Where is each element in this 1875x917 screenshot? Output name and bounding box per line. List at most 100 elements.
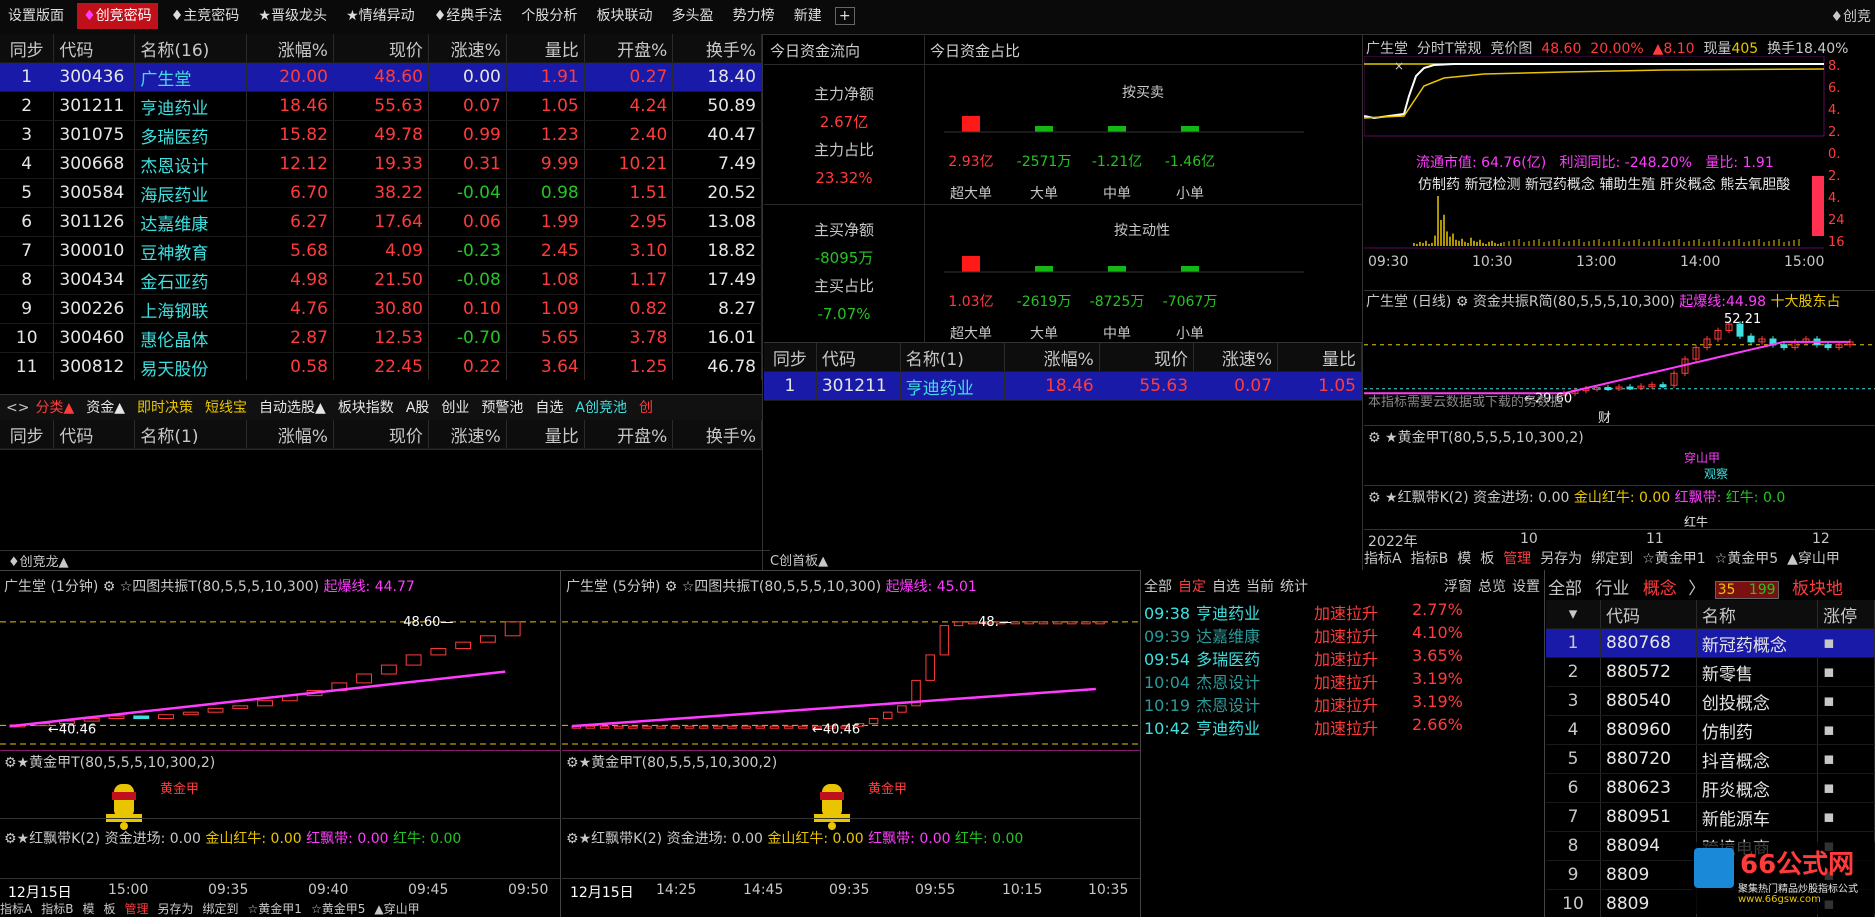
col-limitup[interactable]: 涨停 xyxy=(1817,600,1875,629)
list-tab[interactable]: 自动选股▲ xyxy=(259,400,326,416)
toolbar-item[interactable]: ☆黄金甲5 xyxy=(1715,551,1778,567)
settings-icon[interactable]: ⚙ xyxy=(1368,490,1381,506)
col-header[interactable]: 同步 xyxy=(0,420,55,449)
toolbar-item[interactable]: ▲穿山甲 xyxy=(374,902,419,916)
col-header[interactable]: 同步 xyxy=(0,34,55,63)
list-tab[interactable]: 创业 xyxy=(441,400,469,416)
chart-mode[interactable]: 分时T常规 xyxy=(1417,41,1482,57)
toolbar-item[interactable]: ☆黄金甲5 xyxy=(311,902,365,916)
col-header[interactable]: 名称(1) xyxy=(900,343,1006,372)
col-name[interactable]: 名称 xyxy=(1696,600,1819,629)
mid-bottom-tab[interactable]: C创首板▲ xyxy=(770,550,828,569)
tab-zhujing-code[interactable]: ♦主竞密码 xyxy=(165,3,246,29)
sector-row[interactable]: 3 880540 创投概念 ▪ xyxy=(1546,686,1875,716)
col-header[interactable]: 涨速% xyxy=(428,34,507,63)
col-header[interactable]: 开盘% xyxy=(584,420,674,449)
col-header[interactable]: 量比 xyxy=(1277,343,1362,372)
toolbar-item[interactable]: 板 xyxy=(1480,551,1494,567)
settings-icon[interactable]: ⚙ xyxy=(566,831,579,847)
alert-row[interactable]: 09:39 达嘉维康 加速拉升 4.10% xyxy=(1144,623,1542,646)
settings-icon[interactable]: ⚙ xyxy=(566,755,579,771)
table-row[interactable]: 5 300584 海辰药业 6.70 38.22 -0.04 0.98 1.51 20.52 xyxy=(0,178,762,208)
toolbar-item[interactable]: 模 xyxy=(1457,551,1471,567)
nav-arrows-icon[interactable]: <> xyxy=(6,400,29,416)
alert-tab[interactable]: 自选 xyxy=(1212,579,1240,595)
list-tab[interactable]: 创 xyxy=(639,400,653,416)
sector-row[interactable]: 1 880768 新冠药概念 ▪ xyxy=(1546,628,1875,658)
auction-chart-tab[interactable]: 竞价图 xyxy=(1490,41,1532,57)
tab-chuangjing-code[interactable]: ♦创竞密码 xyxy=(77,3,158,29)
col-header[interactable]: 同步 xyxy=(764,343,817,372)
tab-stock-analysis[interactable]: 个股分析 xyxy=(515,3,583,29)
alert-row[interactable]: 10:42 亨迪药业 加速拉升 2.66% xyxy=(1144,715,1542,738)
alert-tab[interactable]: 自定 xyxy=(1178,579,1206,595)
sector-row[interactable]: 2 880572 新零售 ▪ xyxy=(1546,657,1875,687)
list-tab[interactable]: 自选 xyxy=(535,400,563,416)
close-icon[interactable]: × xyxy=(1394,59,1404,73)
tab-all[interactable]: 全部 xyxy=(1548,579,1582,599)
col-header[interactable]: 换手% xyxy=(672,34,762,63)
m5-indicator[interactable]: ☆四图共振T(80,5,5,5,10,300) xyxy=(682,579,881,595)
table-row[interactable]: 7 300010 豆神教育 5.68 4.09 -0.23 2.45 3.10 18.82 xyxy=(0,236,762,266)
toolbar-item[interactable]: 指标A xyxy=(1364,551,1402,567)
toolbar-item[interactable]: 指标A xyxy=(0,902,32,916)
toolbar-item[interactable]: 绑定到 xyxy=(203,902,239,916)
list-tab[interactable]: A股 xyxy=(406,400,430,416)
alert-option[interactable]: 设置 xyxy=(1512,579,1540,595)
list-tab[interactable]: A创竞池 xyxy=(575,400,627,416)
toolbar-item[interactable]: 管理 xyxy=(124,902,148,916)
col-code[interactable]: 代码 xyxy=(1600,600,1697,629)
table-row[interactable]: 1300436广生堂20.0048.600.001.910.2718.40 xyxy=(0,62,762,92)
chevron-right-icon[interactable]: 〉 xyxy=(1688,579,1705,599)
toolbar-item[interactable]: 另存为 xyxy=(158,902,194,916)
list-tab[interactable]: 即时决策 xyxy=(137,400,193,416)
col-header[interactable]: 涨幅% xyxy=(1004,343,1100,372)
settings-icon[interactable]: ⚙ xyxy=(1456,294,1469,310)
intraday-chart[interactable]: 09:30 10:30 13:00 14:00 15:00 8. 6. 4. 2. 0. 2. 4. 2… xyxy=(1364,56,1875,290)
toolbar-item[interactable]: 另存为 xyxy=(1540,551,1582,567)
list-tab[interactable]: 短线宝 xyxy=(205,400,247,416)
sort-icon[interactable]: ▾ xyxy=(1546,600,1601,629)
table-row[interactable]: 10 300460 惠伦晶体 2.87 12.53 -0.70 5.65 3.78 16.01 xyxy=(0,323,762,353)
table-row[interactable]: 11 300812 易天股份 0.58 22.45 0.22 3.64 1.25 46.78 xyxy=(0,352,762,380)
col-header[interactable]: 现价 xyxy=(333,34,429,63)
sector-row[interactable]: 4 880960 仿制药 ▪ xyxy=(1546,715,1875,745)
alert-row[interactable]: 10:04 杰恩设计 加速拉升 3.19% xyxy=(1144,669,1542,692)
tab-new[interactable]: 新建 xyxy=(788,3,828,29)
sector-row[interactable]: 6 880623 肝炎概念 ▪ xyxy=(1546,773,1875,803)
tab-classic-method[interactable]: ♦经典手法 xyxy=(428,3,509,29)
tab-concept[interactable]: 概念 xyxy=(1643,579,1677,599)
col-header[interactable]: 换手% xyxy=(672,420,762,449)
col-header[interactable]: 涨幅% xyxy=(246,420,334,449)
tab-industry[interactable]: 行业 xyxy=(1595,579,1629,599)
col-header[interactable]: 名称(16) xyxy=(134,34,248,63)
settings-icon[interactable]: ⚙ xyxy=(665,579,678,595)
col-header[interactable]: 代码 xyxy=(53,420,136,449)
settings-icon[interactable]: ⚙ xyxy=(4,755,17,771)
col-header[interactable]: 开盘% xyxy=(584,34,674,63)
tab-sector-linkage[interactable]: 板块联动 xyxy=(590,3,658,29)
tab-layout-settings[interactable]: 设置版面 xyxy=(2,3,70,29)
sector-row[interactable]: 5 880720 抖音概念 ▪ xyxy=(1546,744,1875,774)
toolbar-item[interactable]: 指标B xyxy=(1411,551,1449,567)
sector-row[interactable]: 7 880951 新能源车 ▪ xyxy=(1546,802,1875,832)
toolbar-item[interactable]: ▲穿山甲 xyxy=(1787,551,1840,567)
table-row[interactable]: 8 300434 金石亚药 4.98 21.50 -0.08 1.08 1.17 17.49 xyxy=(0,265,762,295)
m5-kline-chart[interactable]: 48.— ←40.46 xyxy=(562,594,1140,754)
alert-row[interactable]: 09:54 多瑞医药 加速拉升 3.65% xyxy=(1144,646,1542,669)
list-tab[interactable]: 板块指数 xyxy=(338,400,394,416)
list-tab[interactable]: 资金▲ xyxy=(86,400,125,416)
tab-sentiment[interactable]: ★情绪异动 xyxy=(340,3,421,29)
list-tab[interactable]: 预警池 xyxy=(481,400,523,416)
tab-bull-head[interactable]: 多头盈 xyxy=(666,3,720,29)
settings-icon[interactable]: ⚙ xyxy=(4,831,17,847)
table-row[interactable]: 9 300226 上海钢联 4.76 30.80 0.10 1.09 0.82 8.27 xyxy=(0,294,762,324)
col-header[interactable]: 现价 xyxy=(1099,343,1195,372)
table-row[interactable]: 6 301126 达嘉维康 6.27 17.64 0.06 1.99 2.95 13.08 xyxy=(0,207,762,237)
table-row[interactable]: 1 301211 亨迪药业 18.46 55.63 0.07 1.05 xyxy=(764,371,1362,401)
alert-tab[interactable]: 当前 xyxy=(1246,579,1274,595)
left-bottom-tab[interactable]: ♦创竞龙▲ xyxy=(0,550,770,570)
col-header[interactable]: 代码 xyxy=(53,34,136,63)
col-header[interactable]: 现价 xyxy=(333,420,429,449)
toolbar-item[interactable]: 板 xyxy=(103,902,115,916)
